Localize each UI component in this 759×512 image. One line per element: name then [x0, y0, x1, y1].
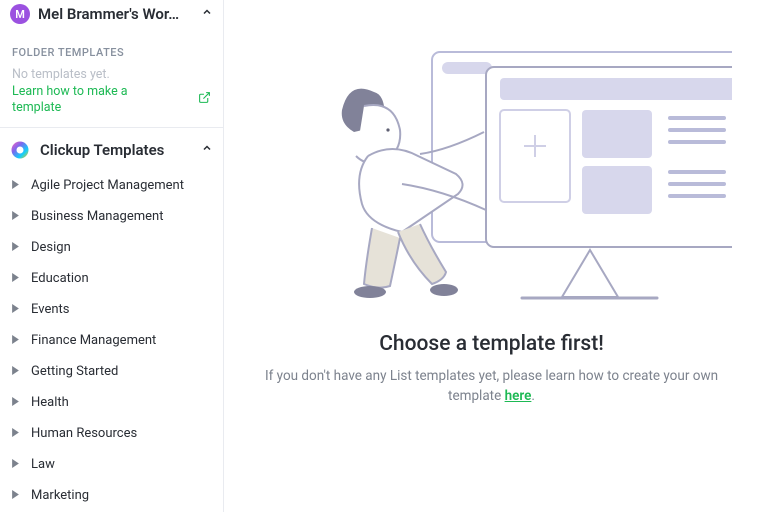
clickup-templates-title: Clickup Templates [40, 141, 191, 159]
empty-state-subline: If you don't have any List templates yet… [257, 366, 727, 407]
workspace-header[interactable]: M Mel Brammer's Wor… [0, 0, 223, 32]
workspace-avatar: M [10, 4, 30, 24]
category-label: Agile Project Management [31, 178, 184, 193]
category-label: Getting Started [31, 364, 118, 379]
learn-here-link[interactable]: here [505, 388, 532, 404]
chevron-right-icon [12, 240, 19, 255]
clickup-logo-icon [10, 140, 30, 160]
category-item[interactable]: Design [0, 232, 223, 263]
folder-templates-label: FOLDER TEMPLATES [0, 32, 223, 65]
category-label: Law [31, 457, 55, 472]
chevron-right-icon [12, 302, 19, 317]
chevron-right-icon [12, 178, 19, 193]
category-label: Education [31, 271, 89, 286]
empty-state-illustration [224, 12, 759, 302]
category-item[interactable]: Events [0, 294, 223, 325]
category-item[interactable]: Business Management [0, 201, 223, 232]
chevron-right-icon [12, 333, 19, 348]
chevron-right-icon [12, 364, 19, 379]
category-item[interactable]: Human Resources [0, 418, 223, 449]
category-item[interactable]: Education [0, 263, 223, 294]
category-item[interactable]: Health [0, 387, 223, 418]
chevron-right-icon [12, 488, 19, 503]
category-label: Events [31, 302, 69, 317]
main-content: Choose a template first! If you don't ha… [224, 0, 759, 512]
category-item[interactable]: Getting Started [0, 356, 223, 387]
category-label: Finance Management [31, 333, 156, 348]
template-category-list: Agile Project Management Business Manage… [0, 170, 223, 511]
subline-prefix: If you don't have any List templates yet… [265, 368, 718, 404]
category-item[interactable]: Marketing [0, 480, 223, 511]
chevron-right-icon [12, 271, 19, 286]
workspace-name: Mel Brammer's Wor… [38, 5, 193, 23]
category-item[interactable]: Law [0, 449, 223, 480]
empty-state-headline: Choose a template first! [379, 332, 604, 356]
subline-suffix: . [531, 388, 535, 404]
category-label: Design [31, 240, 71, 255]
empty-templates-text: No templates yet. [0, 65, 223, 84]
chevron-up-icon[interactable] [201, 142, 213, 158]
category-item[interactable]: Finance Management [0, 325, 223, 356]
category-label: Health [31, 395, 69, 410]
clickup-templates-header[interactable]: Clickup Templates [0, 128, 223, 170]
chevron-right-icon [12, 395, 19, 410]
external-link-icon[interactable] [198, 91, 211, 108]
chevron-right-icon [12, 209, 19, 224]
chevron-up-icon[interactable] [201, 6, 213, 22]
category-label: Marketing [31, 488, 89, 503]
category-item[interactable]: Agile Project Management [0, 170, 223, 201]
chevron-right-icon [12, 457, 19, 472]
learn-template-link[interactable]: Learn how to make a template [12, 84, 162, 115]
chevron-right-icon [12, 426, 19, 441]
category-label: Business Management [31, 209, 163, 224]
sidebar: M Mel Brammer's Wor… FOLDER TEMPLATES No… [0, 0, 224, 512]
category-label: Human Resources [31, 426, 137, 441]
